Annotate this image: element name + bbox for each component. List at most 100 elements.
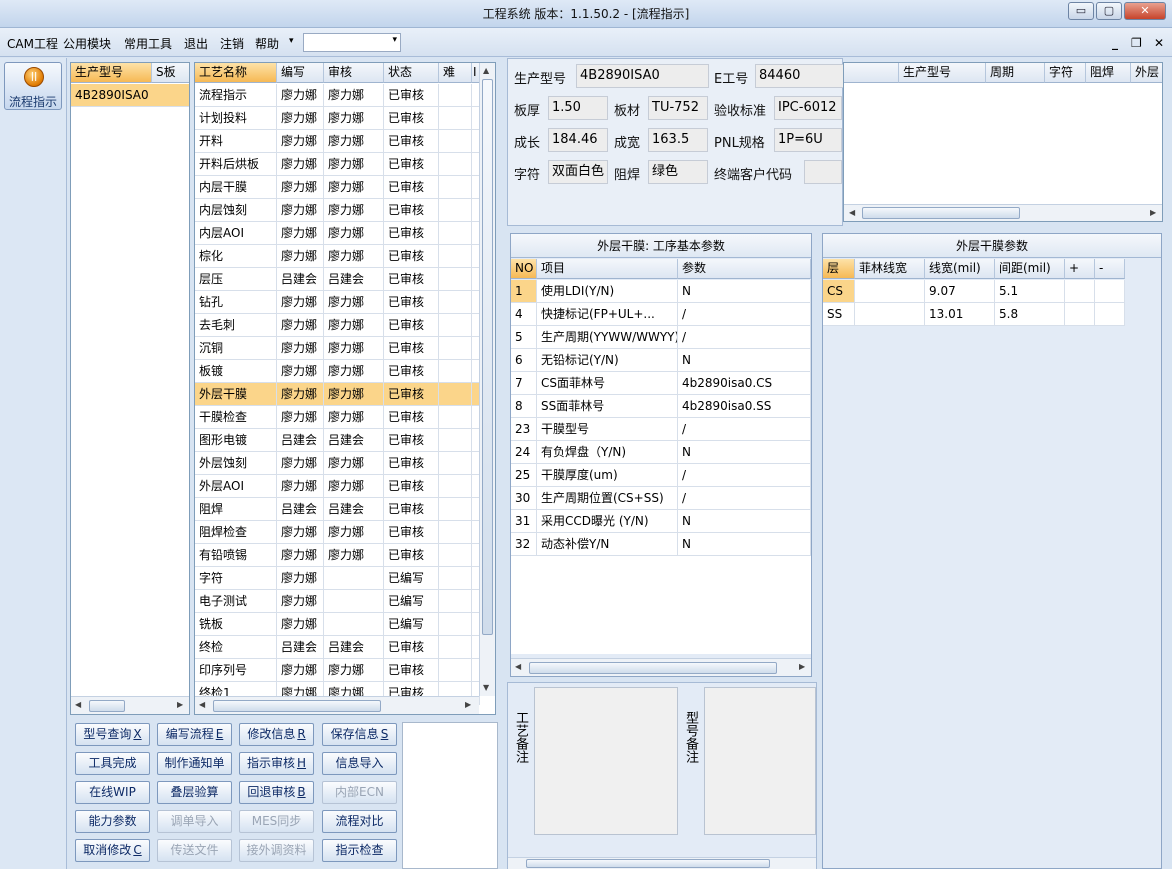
action-button[interactable]: 指示审核 H [239, 752, 314, 775]
status-cell[interactable]: 已审核 [384, 337, 439, 360]
action-button[interactable]: 保存信息 S [322, 723, 397, 746]
line-width-cell[interactable]: 9.07 [925, 280, 995, 303]
writer-cell[interactable]: 廖力娜 [277, 567, 324, 590]
status-cell[interactable]: 已审核 [384, 314, 439, 337]
param-no-cell[interactable]: 32 [511, 533, 537, 556]
writer-cell[interactable]: 吕建会 [277, 636, 324, 659]
mask-field[interactable]: 绿色 [648, 160, 708, 184]
flow-instruction-button[interactable]: || 流程指示 [4, 62, 62, 110]
col-spacing-mil[interactable]: 间距(mil) [995, 259, 1065, 279]
width-field[interactable]: 163.5 [648, 128, 708, 152]
writer-cell[interactable]: 廖力娜 [277, 337, 324, 360]
reviewer-cell[interactable]: 廖力娜 [324, 222, 384, 245]
difficulty-cell[interactable] [439, 199, 472, 222]
status-cell[interactable]: 已审核 [384, 452, 439, 475]
param-item-cell[interactable]: 有负焊盘（Y/N) [537, 441, 678, 464]
mdi-restore-button[interactable]: ❐ [1131, 36, 1142, 50]
close-button[interactable]: ✕ [1124, 2, 1166, 20]
reviewer-cell[interactable]: 廖力娜 [324, 544, 384, 567]
char-field[interactable]: 双面白色 [548, 160, 608, 184]
length-field[interactable]: 184.46 [548, 128, 608, 152]
menu-exit[interactable]: 退出 [184, 35, 208, 52]
action-button[interactable]: 在线WIP [75, 781, 150, 804]
param-no-cell[interactable]: 7 [511, 372, 537, 395]
writer-cell[interactable]: 廖力娜 [277, 452, 324, 475]
history-hscroll[interactable]: ◀ ▶ [844, 204, 1162, 221]
reviewer-cell[interactable]: 吕建会 [324, 429, 384, 452]
process-name-cell[interactable]: 内层干膜 [195, 176, 277, 199]
reviewer-cell[interactable]: 吕建会 [324, 636, 384, 659]
reviewer-cell[interactable]: 廖力娜 [324, 360, 384, 383]
status-cell[interactable]: 已审核 [384, 475, 439, 498]
col-writer[interactable]: 编写 [277, 63, 324, 83]
process-name-cell[interactable]: 板镀 [195, 360, 277, 383]
param-no-cell[interactable]: 8 [511, 395, 537, 418]
difficulty-cell[interactable] [439, 130, 472, 153]
process-name-cell[interactable]: 铣板 [195, 613, 277, 636]
param-no-cell[interactable]: 4 [511, 303, 537, 326]
param-item-cell[interactable]: 干膜厚度(um) [537, 464, 678, 487]
model-note-field[interactable] [704, 687, 816, 835]
process-name-cell[interactable]: 去毛刺 [195, 314, 277, 337]
process-name-cell[interactable]: 阻焊检查 [195, 521, 277, 544]
reviewer-cell[interactable]: 吕建会 [324, 268, 384, 291]
chevron-down-icon[interactable]: ▾ [392, 35, 397, 45]
scroll-thumb[interactable] [862, 207, 1020, 219]
process-vscroll[interactable]: ▲ ▼ [479, 63, 495, 696]
param-value-cell[interactable]: / [678, 303, 811, 326]
status-cell[interactable]: 已审核 [384, 498, 439, 521]
writer-cell[interactable]: 廖力娜 [277, 176, 324, 199]
writer-cell[interactable]: 廖力娜 [277, 199, 324, 222]
add-column-button[interactable]: + [1065, 259, 1095, 279]
reviewer-cell[interactable]: 廖力娜 [324, 291, 384, 314]
menu-public-module[interactable]: 公用模块 [63, 35, 111, 52]
process-name-cell[interactable]: 印序列号 [195, 659, 277, 682]
status-cell[interactable]: 已审核 [384, 107, 439, 130]
writer-cell[interactable]: 廖力娜 [277, 153, 324, 176]
difficulty-cell[interactable] [439, 567, 472, 590]
difficulty-cell[interactable] [439, 475, 472, 498]
status-cell[interactable]: 已审核 [384, 429, 439, 452]
process-name-cell[interactable]: 图形电镀 [195, 429, 277, 452]
action-button[interactable]: 流程对比 [322, 810, 397, 833]
param-no-cell[interactable]: 1 [511, 280, 537, 303]
plus-cell[interactable] [1065, 303, 1095, 326]
status-cell[interactable]: 已审核 [384, 360, 439, 383]
status-cell[interactable]: 已审核 [384, 268, 439, 291]
writer-cell[interactable]: 廖力娜 [277, 544, 324, 567]
param-value-cell[interactable]: / [678, 464, 811, 487]
reviewer-cell[interactable]: 廖力娜 [324, 475, 384, 498]
writer-cell[interactable]: 廖力娜 [277, 107, 324, 130]
difficulty-cell[interactable] [439, 429, 472, 452]
col-no[interactable]: NO [511, 259, 537, 279]
status-cell[interactable]: 已审核 [384, 291, 439, 314]
process-name-cell[interactable]: 计划投料 [195, 107, 277, 130]
minus-cell[interactable] [1095, 280, 1125, 303]
reviewer-cell[interactable]: 廖力娜 [324, 176, 384, 199]
reviewer-cell[interactable]: 廖力娜 [324, 153, 384, 176]
reviewer-cell[interactable]: 廖力娜 [324, 107, 384, 130]
param-no-cell[interactable]: 6 [511, 349, 537, 372]
col-film-line-width[interactable]: 菲林线宽 [855, 259, 925, 279]
writer-cell[interactable]: 廖力娜 [277, 659, 324, 682]
action-button[interactable]: 编写流程 E [157, 723, 232, 746]
action-button[interactable]: 信息导入 [322, 752, 397, 775]
process-name-cell[interactable]: 层压 [195, 268, 277, 291]
scroll-left-icon[interactable]: ◀ [515, 662, 521, 671]
difficulty-cell[interactable] [439, 383, 472, 406]
param-no-cell[interactable]: 24 [511, 441, 537, 464]
notes-hscroll[interactable] [508, 857, 816, 869]
param-item-cell[interactable]: 使用LDI(Y/N) [537, 280, 678, 303]
writer-cell[interactable]: 廖力娜 [277, 475, 324, 498]
mdi-close-button[interactable]: ✕ [1154, 36, 1164, 50]
line-width-cell[interactable]: 13.01 [925, 303, 995, 326]
reviewer-cell[interactable] [324, 567, 384, 590]
menu-overflow-icon[interactable]: ▾ [289, 36, 294, 46]
scroll-left-icon[interactable]: ◀ [849, 208, 855, 217]
scroll-right-icon[interactable]: ▶ [465, 700, 471, 709]
scroll-thumb[interactable] [529, 662, 777, 674]
process-name-cell[interactable]: 外层蚀刻 [195, 452, 277, 475]
param-item-cell[interactable]: 采用CCD曝光 (Y/N) [537, 510, 678, 533]
mdi-minimize-button[interactable]: _ [1112, 36, 1118, 50]
material-field[interactable]: TU-752 [648, 96, 708, 120]
